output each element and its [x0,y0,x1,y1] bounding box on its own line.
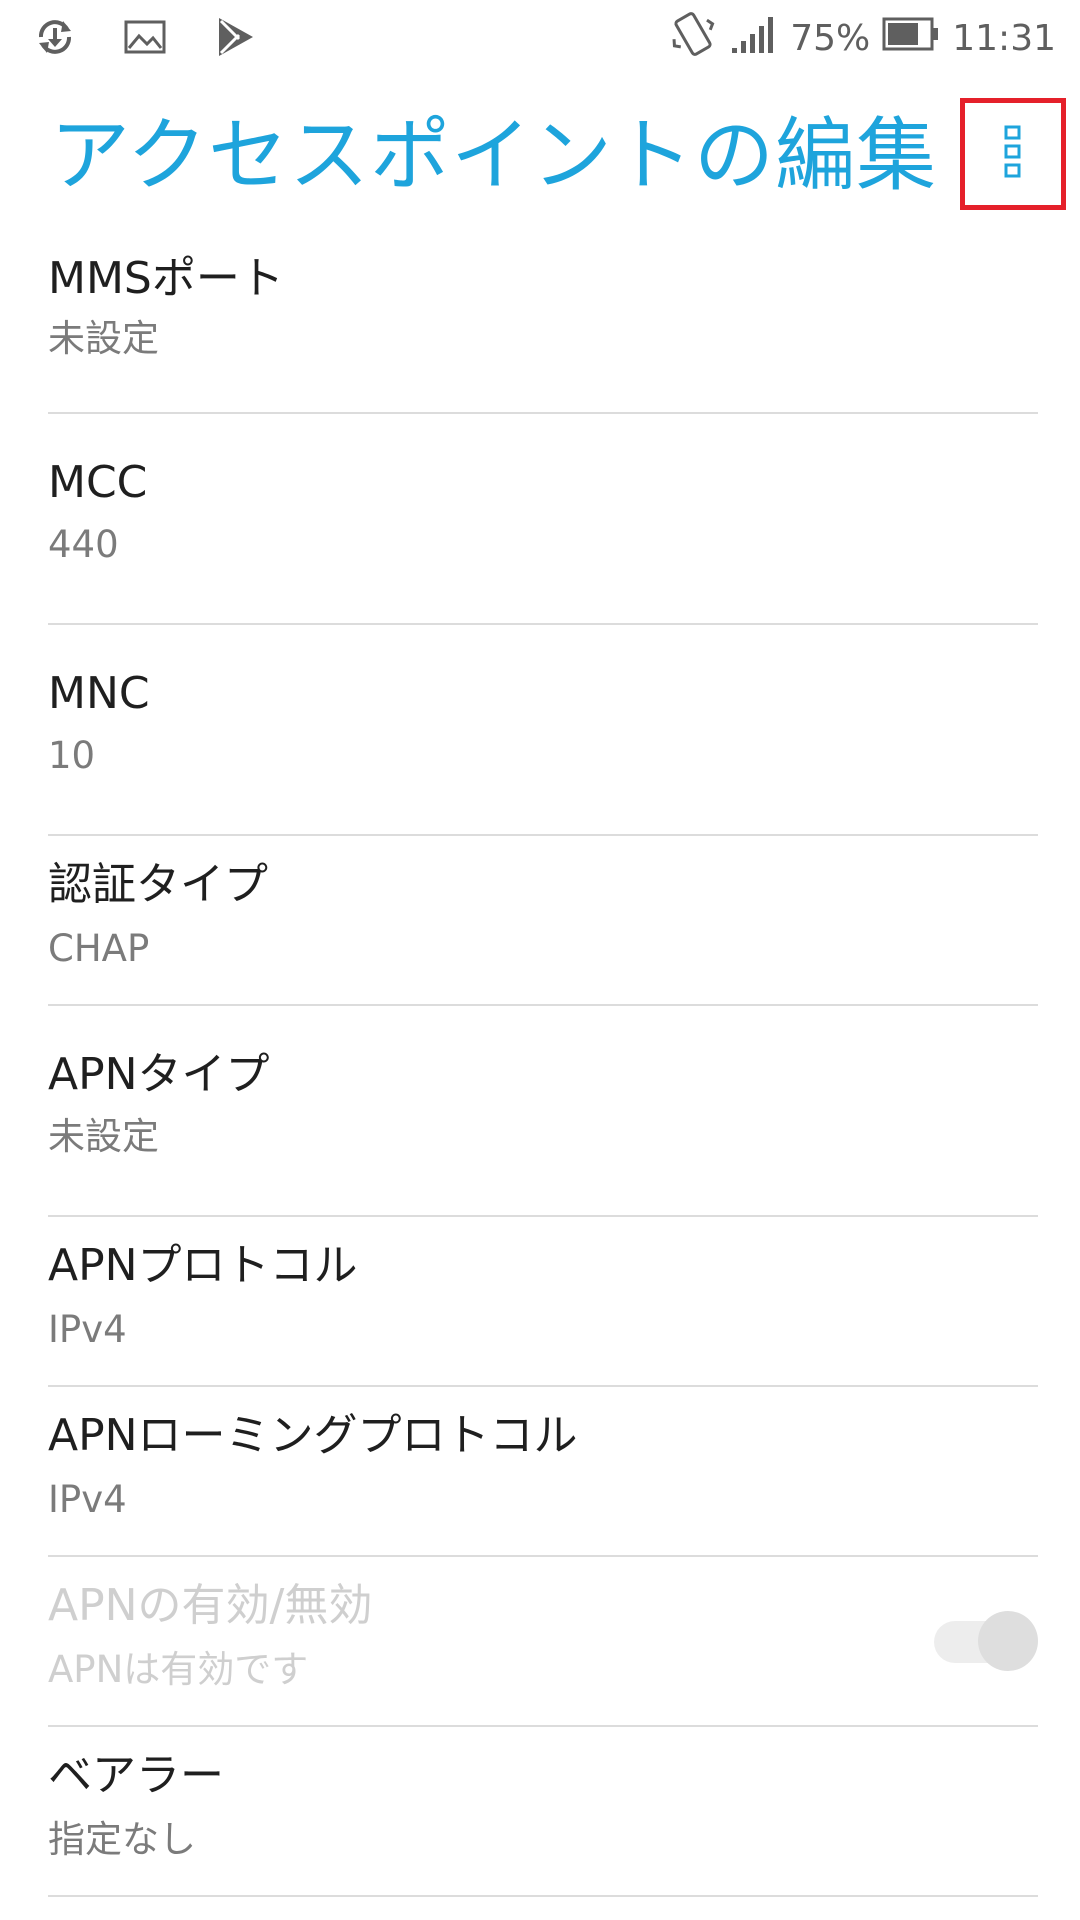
setting-title: MNC [48,668,150,719]
setting-value: IPv4 [48,1308,127,1351]
overflow-menu-button[interactable] [960,98,1066,210]
image-icon [122,14,168,60]
setting-value: 指定なし [48,1818,196,1861]
setting-value: 10 [48,734,96,777]
setting-apn-enable: APNの有効/無効 APNは有効です [48,1557,1038,1727]
setting-title: APNローミングプロトコル [48,1410,578,1461]
setting-value: CHAP [48,927,150,970]
setting-mcc[interactable]: MCC 440 [48,414,1038,625]
play-store-icon [212,14,258,60]
setting-value: 440 [48,523,119,566]
battery-percent: 75% [790,17,871,59]
sync-download-icon [32,14,78,60]
status-bar-notifications [32,14,258,60]
setting-mms-port[interactable]: MMSポート 未設定 [48,228,1038,414]
apn-enable-toggle [934,1611,1038,1671]
setting-title: APNタイプ [48,1049,270,1100]
setting-value: IPv4 [48,1478,127,1521]
setting-apn-protocol[interactable]: APNプロトコル IPv4 [48,1217,1038,1387]
status-bar-system: 75% 11:31 [668,10,1056,66]
toggle-knob [978,1611,1038,1671]
overflow-menu-icon [1003,124,1023,184]
setting-title: 認証タイプ [48,859,268,910]
status-time: 11:31 [952,17,1056,59]
apn-settings-list: MMSポート 未設定 MCC 440 MNC 10 認証タイプ CHAP APN… [0,228,1080,1897]
page-title: アクセスポイントの編集 [50,109,937,202]
setting-value: APNは有効です [48,1648,309,1691]
app-header: アクセスポイントの編集 [0,86,1080,222]
setting-apn-type[interactable]: APNタイプ 未設定 [48,1006,1038,1217]
setting-bearer[interactable]: ベアラー 指定なし [48,1727,1038,1897]
setting-title: APNプロトコル [48,1240,358,1291]
setting-auth-type[interactable]: 認証タイプ CHAP [48,836,1038,1006]
signal-icon [730,14,778,63]
battery-icon [882,17,940,60]
setting-title: MCC [48,457,148,508]
setting-value: 未設定 [48,317,159,360]
setting-apn-roaming-protocol[interactable]: APNローミングプロトコル IPv4 [48,1387,1038,1557]
setting-title: MMSポート [48,253,284,304]
setting-title: APNの有効/無効 [48,1580,373,1631]
vibrate-icon [668,9,718,68]
setting-mnc[interactable]: MNC 10 [48,625,1038,836]
setting-value: 未設定 [48,1115,159,1158]
setting-title: ベアラー [48,1750,224,1801]
status-bar: 75% 11:31 [0,0,1080,76]
